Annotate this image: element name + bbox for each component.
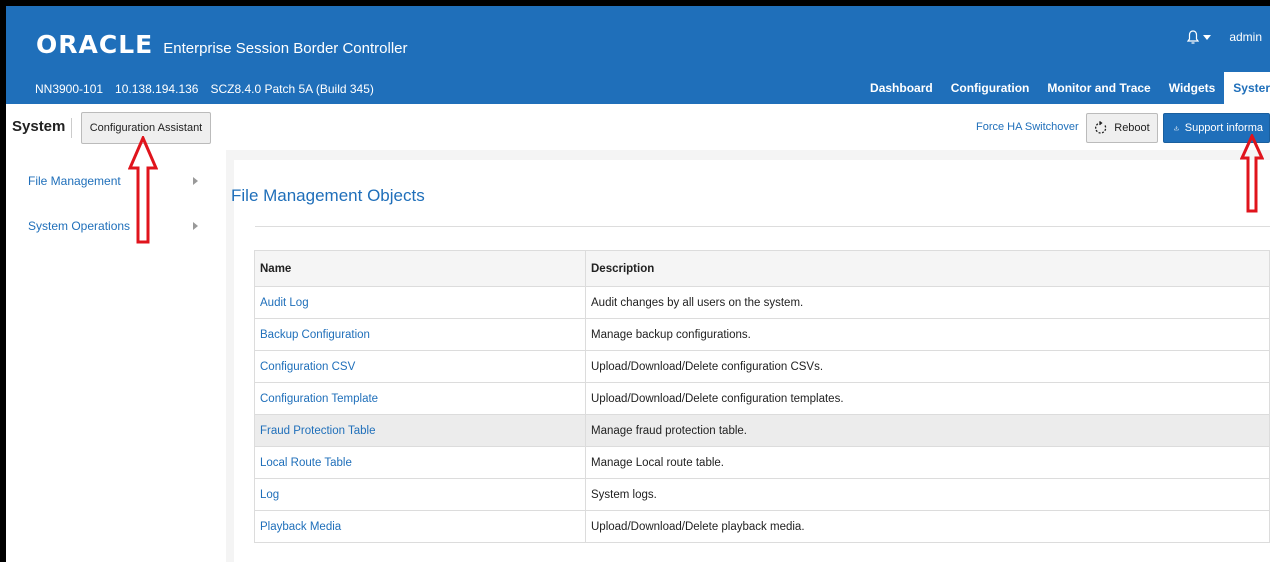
- reboot-label: Reboot: [1114, 122, 1150, 134]
- table-row[interactable]: Fraud Protection Table Manage fraud prot…: [254, 414, 1270, 447]
- chevron-down-icon: [1203, 34, 1212, 40]
- header-actions: admin: [1187, 30, 1262, 44]
- device-ip: 10.138.194.136: [115, 82, 199, 96]
- device-info: NN3900-101 10.138.194.136 SCZ8.4.0 Patch…: [35, 82, 374, 96]
- sidebar: File Management System Operations: [6, 150, 226, 562]
- product-name: Enterprise Session Border Controller: [163, 40, 408, 57]
- row-description: Audit changes by all users on the system…: [585, 286, 1270, 319]
- user-menu[interactable]: admin: [1229, 30, 1262, 44]
- tab-configuration[interactable]: Configuration: [942, 72, 1039, 104]
- row-name-link[interactable]: Local Route Table: [254, 446, 586, 479]
- table-row[interactable]: Backup Configuration Manage backup confi…: [254, 318, 1270, 351]
- row-description: Upload/Download/Delete configuration CSV…: [585, 350, 1270, 383]
- tab-system[interactable]: Syster: [1224, 72, 1270, 104]
- tab-dashboard[interactable]: Dashboard: [861, 72, 942, 104]
- table-row[interactable]: Configuration CSV Upload/Download/Delete…: [254, 350, 1270, 383]
- page-title: System: [12, 118, 66, 135]
- section-title: File Management Objects: [231, 186, 425, 205]
- brand: ORACLE Enterprise Session Border Control…: [36, 30, 408, 59]
- sidebar-item-label: System Operations: [28, 219, 131, 233]
- page-toolbar: System Configuration Assistant Force HA …: [6, 104, 1270, 150]
- row-description: Upload/Download/Delete playback media.: [585, 510, 1270, 543]
- table-row[interactable]: Audit Log Audit changes by all users on …: [254, 286, 1270, 319]
- annotation-arrow-up-icon: [1240, 134, 1264, 213]
- software-version: SCZ8.4.0 Patch 5A (Build 345): [210, 82, 374, 96]
- table-row[interactable]: Local Route Table Manage Local route tab…: [254, 446, 1270, 479]
- chevron-right-icon: [193, 222, 198, 230]
- column-header-name[interactable]: Name: [254, 250, 586, 287]
- sidebar-item-label: File Management: [28, 174, 121, 188]
- row-description: Manage fraud protection table.: [585, 414, 1270, 447]
- device-name: NN3900-101: [35, 82, 104, 96]
- download-icon: [1174, 125, 1179, 131]
- row-description: System logs.: [585, 478, 1270, 511]
- column-header-description[interactable]: Description: [585, 250, 1270, 287]
- row-name-link[interactable]: Audit Log: [254, 286, 586, 319]
- tab-monitor-and-trace[interactable]: Monitor and Trace: [1038, 72, 1159, 104]
- annotation-arrow-up-icon: [128, 136, 158, 244]
- oracle-logo: ORACLE: [36, 30, 154, 59]
- row-name-link[interactable]: Backup Configuration: [254, 318, 586, 351]
- row-name-link[interactable]: Fraud Protection Table: [254, 414, 586, 447]
- chevron-right-icon: [193, 177, 198, 185]
- row-description: Manage backup configurations.: [585, 318, 1270, 351]
- row-name-link[interactable]: Configuration Template: [254, 382, 586, 415]
- tab-widgets[interactable]: Widgets: [1160, 72, 1225, 104]
- force-ha-switchover-link[interactable]: Force HA Switchover: [976, 121, 1079, 133]
- table-row[interactable]: Configuration Template Upload/Download/D…: [254, 382, 1270, 415]
- row-name-link[interactable]: Log: [254, 478, 586, 511]
- divider: [255, 226, 1270, 227]
- table-header-row: Name Description: [254, 250, 1270, 287]
- bell-icon: [1187, 30, 1200, 44]
- app-header: ORACLE Enterprise Session Border Control…: [6, 6, 1270, 104]
- table-row[interactable]: Playback Media Upload/Download/Delete pl…: [254, 510, 1270, 543]
- support-label: Support informa: [1184, 122, 1263, 134]
- row-description: Upload/Download/Delete configuration tem…: [585, 382, 1270, 415]
- row-name-link[interactable]: Configuration CSV: [254, 350, 586, 383]
- sidebar-item-file-management[interactable]: File Management: [28, 174, 198, 188]
- divider: [71, 118, 72, 138]
- top-navigation: Dashboard Configuration Monitor and Trac…: [861, 72, 1270, 104]
- objects-table: Name Description Audit Log Audit changes…: [254, 250, 1270, 543]
- table-row[interactable]: Log System logs.: [254, 478, 1270, 511]
- reboot-button[interactable]: Reboot: [1086, 113, 1158, 143]
- reboot-icon: [1095, 121, 1107, 134]
- sidebar-item-system-operations[interactable]: System Operations: [28, 219, 198, 233]
- row-name-link[interactable]: Playback Media: [254, 510, 586, 543]
- row-description: Manage Local route table.: [585, 446, 1270, 479]
- notifications-button[interactable]: [1187, 30, 1212, 44]
